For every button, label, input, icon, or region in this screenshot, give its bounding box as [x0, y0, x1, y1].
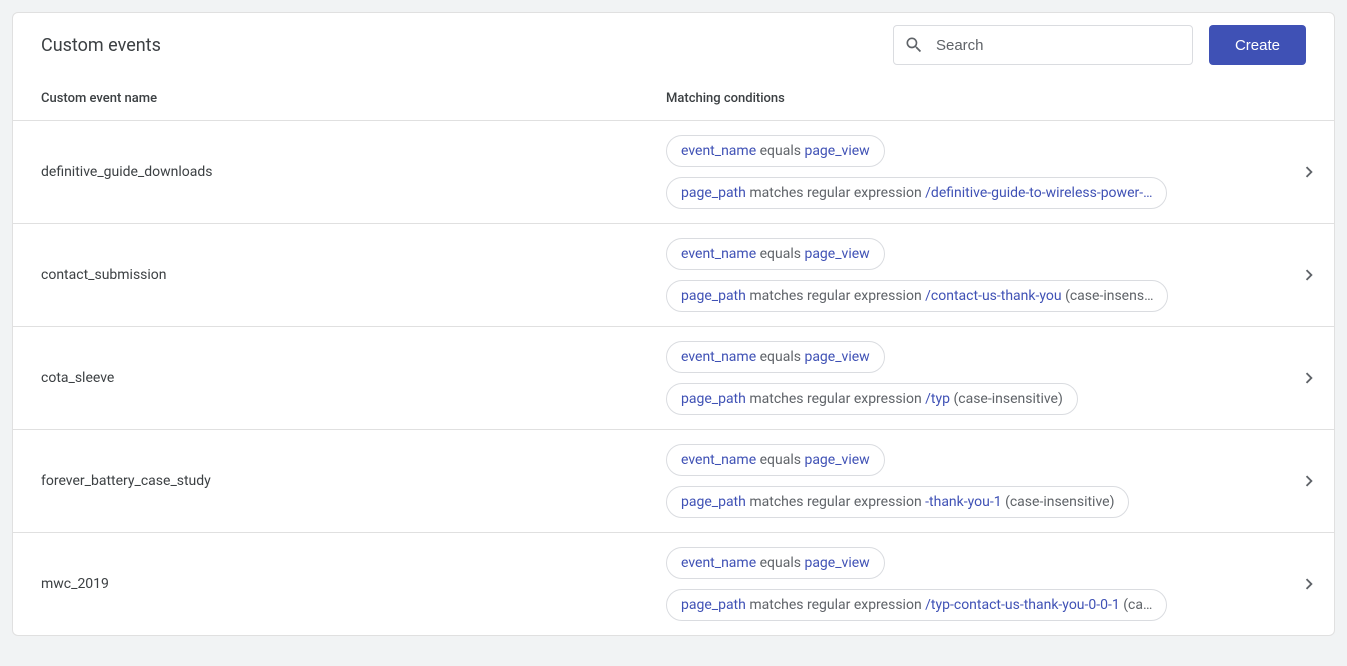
condition-chip: page_path matches regular expression /ty… — [666, 589, 1167, 621]
event-name: contact_submission — [41, 267, 666, 283]
condition-value: -thank-you-1 — [925, 494, 1001, 510]
condition-param: event_name — [681, 349, 756, 365]
condition-param: page_path — [681, 288, 746, 304]
condition-value: /definitive-guide-to-wireless-power-… — [925, 185, 1152, 201]
condition-value: page_view — [804, 555, 869, 571]
condition-op: equals — [760, 555, 801, 571]
condition-suffix: (ca… — [1120, 597, 1153, 613]
condition-chip: event_name equals page_view — [666, 444, 885, 476]
conditions: event_name equals page_view page_path mat… — [666, 341, 1286, 415]
chevron-right-icon[interactable] — [1298, 264, 1320, 286]
condition-chip: page_path matches regular expression /co… — [666, 280, 1168, 312]
condition-chip: event_name equals page_view — [666, 341, 885, 373]
page-title: Custom events — [41, 35, 893, 56]
condition-param: event_name — [681, 246, 756, 262]
table-row[interactable]: mwc_2019event_name equals page_viewpage_… — [13, 533, 1334, 635]
table-row[interactable]: cota_sleeveevent_name equals page_viewpa… — [13, 327, 1334, 430]
card-header: Custom events Create — [13, 13, 1334, 73]
condition-chip: event_name equals page_view — [666, 238, 885, 270]
event-name: cota_sleeve — [41, 370, 666, 386]
search-box[interactable] — [893, 25, 1193, 65]
event-name: forever_battery_case_study — [41, 473, 666, 489]
custom-events-card: Custom events Create Custom event name M… — [12, 12, 1335, 636]
conditions: event_name equals page_view page_path mat… — [666, 547, 1286, 621]
search-input[interactable] — [934, 36, 1182, 55]
condition-chip: event_name equals page_view — [666, 547, 885, 579]
condition-suffix: (case-insens… — [1062, 288, 1154, 304]
chevron-right-icon[interactable] — [1298, 367, 1320, 389]
condition-op: matches regular expression — [749, 391, 921, 407]
condition-value: page_view — [804, 452, 869, 468]
condition-param: page_path — [681, 494, 746, 510]
column-header-name: Custom event name — [41, 91, 666, 106]
condition-param: event_name — [681, 452, 756, 468]
chevron-right-icon[interactable] — [1298, 161, 1320, 183]
conditions: event_name equals page_view page_path mat… — [666, 135, 1286, 209]
condition-op: matches regular expression — [749, 597, 921, 613]
condition-op: equals — [760, 349, 801, 365]
chevron-right-icon[interactable] — [1298, 470, 1320, 492]
condition-param: event_name — [681, 143, 756, 159]
condition-value: /contact-us-thank-you — [925, 288, 1061, 304]
condition-value: page_view — [804, 143, 869, 159]
condition-chip: event_name equals page_view — [666, 135, 885, 167]
condition-chip: page_path matches regular expression /ty… — [666, 383, 1078, 415]
table-row[interactable]: forever_battery_case_studyevent_name equ… — [13, 430, 1334, 533]
condition-param: page_path — [681, 597, 746, 613]
condition-value: /typ — [925, 391, 950, 407]
conditions: event_name equals page_view page_path mat… — [666, 444, 1286, 518]
search-icon — [904, 35, 924, 55]
table-body: definitive_guide_downloadsevent_name equ… — [13, 121, 1334, 635]
condition-value: page_view — [804, 349, 869, 365]
chevron-right-icon[interactable] — [1298, 573, 1320, 595]
event-name: mwc_2019 — [41, 576, 666, 592]
condition-op: matches regular expression — [749, 185, 921, 201]
condition-suffix: (case-insensitive) — [1002, 494, 1115, 510]
condition-param: page_path — [681, 391, 746, 407]
condition-value: page_view — [804, 246, 869, 262]
condition-chip: page_path matches regular expression -th… — [666, 486, 1129, 518]
condition-op: matches regular expression — [749, 288, 921, 304]
create-button[interactable]: Create — [1209, 25, 1306, 65]
table-header: Custom event name Matching conditions — [13, 73, 1334, 121]
condition-suffix: (case-insensitive) — [950, 391, 1063, 407]
condition-chip: page_path matches regular expression /de… — [666, 177, 1167, 209]
condition-op: matches regular expression — [749, 494, 921, 510]
condition-param: event_name — [681, 555, 756, 571]
conditions: event_name equals page_view page_path mat… — [666, 238, 1286, 312]
column-header-conditions: Matching conditions — [666, 91, 1306, 106]
table-row[interactable]: definitive_guide_downloadsevent_name equ… — [13, 121, 1334, 224]
condition-op: equals — [760, 452, 801, 468]
condition-op: equals — [760, 246, 801, 262]
condition-op: equals — [760, 143, 801, 159]
condition-value: /typ-contact-us-thank-you-0-0-1 — [925, 597, 1120, 613]
condition-param: page_path — [681, 185, 746, 201]
table-row[interactable]: contact_submissionevent_name equals page… — [13, 224, 1334, 327]
event-name: definitive_guide_downloads — [41, 164, 666, 180]
